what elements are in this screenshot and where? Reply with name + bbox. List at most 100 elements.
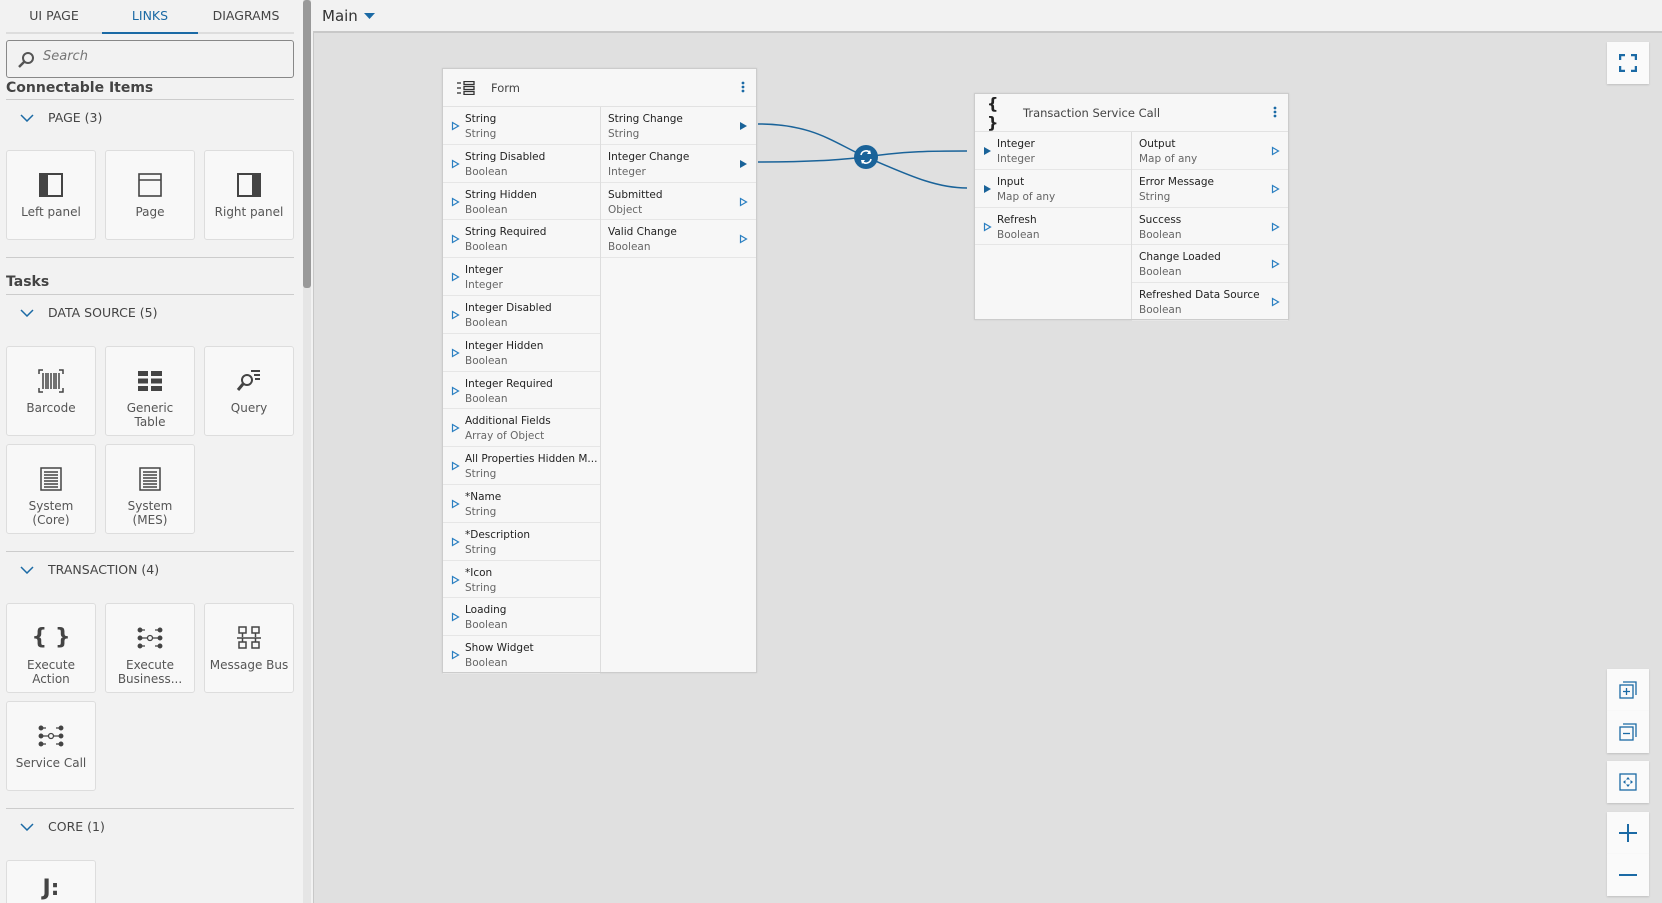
port-icon[interactable]: [451, 159, 460, 169]
port-icon[interactable]: [451, 423, 460, 433]
connectable-item-tile[interactable]: Page: [105, 150, 195, 240]
zoom-in-button[interactable]: [1607, 812, 1649, 854]
diagram-canvas[interactable]: Form String String String Disabled Boolean S…: [313, 33, 1662, 903]
group-header[interactable]: PAGE (3): [20, 110, 102, 125]
port-icon[interactable]: [451, 234, 460, 244]
port-icon[interactable]: [1271, 259, 1280, 269]
tile-label: Execute Business...: [117, 658, 183, 686]
group-header[interactable]: DATA SOURCE (5): [20, 305, 157, 320]
kebab-menu-icon[interactable]: [1273, 106, 1277, 118]
group-header[interactable]: TRANSACTION (4): [20, 562, 159, 577]
port-icon[interactable]: [451, 121, 460, 131]
group-header[interactable]: CORE (1): [20, 819, 105, 834]
link-string-change[interactable]: [757, 123, 867, 158]
port-icon[interactable]: [983, 222, 992, 232]
port-icon[interactable]: [451, 272, 460, 282]
connectable-item-tile[interactable]: Right panel: [204, 150, 294, 240]
kebab-menu-icon[interactable]: [741, 81, 745, 93]
port-row[interactable]: Success Boolean: [1132, 208, 1288, 246]
port-icon[interactable]: [451, 499, 460, 509]
port-icon[interactable]: [1271, 222, 1280, 232]
port-row[interactable]: Change Loaded Boolean: [1132, 245, 1288, 284]
port-row[interactable]: Output Map of any: [1132, 132, 1288, 170]
form-node[interactable]: Form String String String Disabled Boolean S…: [442, 68, 757, 674]
transaction-service-call-node[interactable]: { } Transaction Service Call Integer Inte…: [974, 93, 1289, 321]
port-row[interactable]: Refresh Boolean: [975, 208, 1131, 246]
tab-diagrams[interactable]: DIAGRAMS: [198, 8, 294, 34]
port-row[interactable]: Valid Change Boolean: [601, 220, 756, 259]
port-row[interactable]: String String: [443, 107, 600, 145]
port-icon[interactable]: [739, 234, 748, 244]
tab-links[interactable]: LINKS: [102, 8, 198, 34]
port-connected-icon[interactable]: [739, 121, 748, 131]
port-icon[interactable]: [451, 310, 460, 320]
connectable-item-tile[interactable]: Barcode: [6, 346, 96, 436]
fullscreen-button[interactable]: [1607, 42, 1649, 84]
port-row[interactable]: String Disabled Boolean: [443, 145, 600, 183]
port-connected-icon[interactable]: [983, 184, 992, 194]
port-row[interactable]: String Required Boolean: [443, 220, 600, 259]
connectable-item-tile[interactable]: Query: [204, 346, 294, 436]
port-icon[interactable]: [451, 197, 460, 207]
diagram-selector[interactable]: Main: [322, 7, 375, 25]
link-to-integer[interactable]: [865, 150, 968, 158]
port-row[interactable]: *Name String: [443, 485, 600, 523]
port-icon[interactable]: [1271, 184, 1280, 194]
topbar: Main: [313, 0, 1662, 33]
search-input[interactable]: [43, 49, 273, 64]
port-row[interactable]: Integer Change Integer: [601, 145, 756, 183]
port-icon[interactable]: [739, 197, 748, 207]
port-row[interactable]: String Hidden Boolean: [443, 183, 600, 221]
sidebar-scrollbar[interactable]: [303, 0, 311, 903]
connectable-item-tile[interactable]: Execute Business...: [105, 603, 195, 693]
port-row[interactable]: Integer Integer: [975, 132, 1131, 170]
link-integer-change[interactable]: [757, 156, 867, 163]
port-icon[interactable]: [451, 575, 460, 585]
port-row[interactable]: Integer Disabled Boolean: [443, 296, 600, 334]
zoom-out-button[interactable]: [1607, 854, 1649, 896]
port-row[interactable]: Error Message String: [1132, 170, 1288, 208]
connectable-item-tile[interactable]: Message Bus: [204, 603, 294, 693]
port-name: Success: [1139, 213, 1182, 226]
connectable-item-tile[interactable]: System (MES): [105, 444, 195, 534]
port-row[interactable]: Loading Boolean: [443, 598, 600, 637]
port-icon[interactable]: [451, 386, 460, 396]
port-row[interactable]: Input Map of any: [975, 170, 1131, 208]
service-icon: [106, 624, 194, 652]
port-icon[interactable]: [1271, 297, 1280, 307]
fit-to-screen-button[interactable]: [1607, 761, 1649, 803]
port-row[interactable]: Refreshed Data Source Boolean: [1132, 283, 1288, 321]
connectable-item-tile[interactable]: Service Call: [6, 701, 96, 791]
port-connected-icon[interactable]: [983, 146, 992, 156]
port-row[interactable]: Integer Integer: [443, 258, 600, 296]
connectable-item-tile[interactable]: J:: [6, 860, 96, 903]
connectable-item-tile[interactable]: Left panel: [6, 150, 96, 240]
link-to-input[interactable]: [865, 156, 968, 189]
port-row[interactable]: All Properties Hidden M... String: [443, 447, 600, 485]
collapse-all-button[interactable]: [1607, 711, 1649, 753]
scrollbar-thumb[interactable]: [303, 0, 311, 288]
port-row[interactable]: String Change String: [601, 107, 756, 145]
port-row[interactable]: Integer Hidden Boolean: [443, 334, 600, 372]
port-row[interactable]: Submitted Object: [601, 183, 756, 221]
port-icon[interactable]: [1271, 146, 1280, 156]
port-row[interactable]: Additional Fields Array of Object: [443, 409, 600, 448]
expand-all-button[interactable]: [1607, 669, 1649, 711]
port-icon[interactable]: [451, 537, 460, 547]
port-icon[interactable]: [451, 348, 460, 358]
port-icon[interactable]: [451, 650, 460, 660]
connectable-item-tile[interactable]: { } Execute Action: [6, 603, 96, 693]
port-name: String Disabled: [465, 150, 546, 163]
connectable-item-tile[interactable]: System (Core): [6, 444, 96, 534]
converter-node[interactable]: [854, 145, 878, 169]
port-icon[interactable]: [451, 461, 460, 471]
port-row[interactable]: Show Widget Boolean: [443, 636, 600, 674]
port-row[interactable]: *Description String: [443, 523, 600, 561]
port-row[interactable]: Integer Required Boolean: [443, 372, 600, 410]
connectable-item-tile[interactable]: Generic Table: [105, 346, 195, 436]
port-type: Boolean: [465, 392, 508, 405]
port-connected-icon[interactable]: [739, 159, 748, 169]
port-icon[interactable]: [451, 612, 460, 622]
port-row[interactable]: *Icon String: [443, 561, 600, 599]
tab-ui-page[interactable]: UI PAGE: [6, 8, 102, 34]
